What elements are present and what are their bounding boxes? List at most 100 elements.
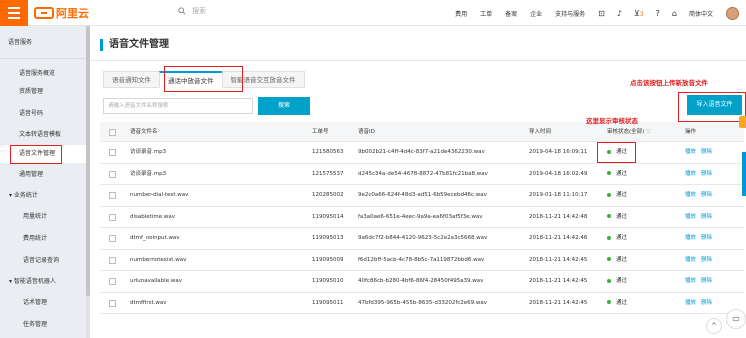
sidebar-item-general[interactable]: 通用管理	[0, 166, 86, 184]
row-checkbox[interactable]	[109, 256, 116, 264]
global-search[interactable]: 搜索	[178, 6, 206, 16]
delete-link[interactable]: 删除	[701, 257, 712, 263]
cell-status: 通过	[607, 207, 627, 228]
status-dot-icon	[607, 214, 611, 218]
table-row: disabletime.wav 119095014 fa3a0ae6-651e-4e…	[100, 207, 744, 228]
table-row: 访谈录音.mp3 121575537 d245c34a-de54-4678-8872…	[100, 164, 744, 185]
cell-import-time: 2018-11-21 14:42:46	[529, 235, 588, 241]
play-link[interactable]: 播放	[685, 171, 696, 177]
delete-link[interactable]: 删除	[701, 300, 712, 306]
play-link[interactable]: 播放	[685, 214, 696, 220]
cell-voice-id: 40fc86cb-b280-4bf6-86f4-28450f495a39.wav	[358, 278, 484, 284]
console-page: 阿里云 搜索 费用 工单 备案 企业 支持与服务 ⊡ ♪ ⊻3 ? ⌂ 简体中文…	[0, 0, 746, 338]
cell-file-name: 访谈录音.mp3	[130, 170, 167, 177]
bell-icon[interactable]: ♪	[617, 9, 622, 18]
status-label: 通过	[616, 235, 628, 241]
nav-enterprise[interactable]: 企业	[530, 9, 542, 18]
sidebar-item-qualification[interactable]: 资质管理	[0, 83, 86, 101]
sidebar-item-scripts[interactable]: 话术管理	[0, 294, 86, 312]
delete-link[interactable]: 删除	[701, 214, 712, 220]
search-button[interactable]: 搜索	[258, 97, 310, 115]
row-checkbox[interactable]	[109, 149, 116, 156]
play-link[interactable]: 播放	[685, 235, 696, 241]
cell-ticket-id: 119095014	[312, 213, 344, 220]
divider	[90, 60, 746, 61]
status-label: 通过	[616, 192, 628, 198]
nav-tickets[interactable]: 工单	[480, 9, 492, 18]
sidebar-item-records[interactable]: 语音记录查询	[0, 252, 86, 270]
home-icon[interactable]: ⌂	[672, 9, 677, 18]
chat-icon[interactable]: ▭	[726, 309, 746, 329]
row-checkbox[interactable]	[109, 213, 116, 221]
cell-import-time: 2019-01-18 11:10:17	[529, 192, 588, 198]
cell-file-name: dtmf_noinput.wav	[130, 235, 180, 241]
play-link[interactable]: 播放	[685, 149, 696, 155]
nav-billing[interactable]: 费用	[455, 9, 467, 18]
play-link[interactable]: 播放	[685, 192, 696, 198]
sidebar-item-tasks[interactable]: 任务管理	[0, 316, 86, 334]
delete-link[interactable]: 删除	[701, 171, 712, 177]
row-checkbox[interactable]	[109, 299, 116, 307]
col-header-id: 工单号	[312, 129, 329, 135]
cell-file-name: disabletime.wav	[130, 213, 175, 220]
sidebar: 语音服务 语音服务概览 资质管理 语音号码 文本转语音模板 语音文件管理 通用管…	[0, 26, 86, 338]
sidebar-item-numbers[interactable]: 语音号码	[0, 105, 86, 123]
row-checkbox[interactable]	[109, 235, 116, 242]
file-search-input[interactable]: 请输入语音文件名称搜索	[103, 98, 253, 114]
table-row: dtmffirst.wav 119095011 47bfd395-965b-455b…	[100, 293, 744, 314]
search-icon	[178, 7, 186, 15]
row-checkbox[interactable]	[109, 170, 116, 178]
cell-ops: 播放 删除	[685, 142, 717, 163]
sidebar-item-cost[interactable]: 费用统计	[0, 230, 86, 248]
delete-link[interactable]: 删除	[701, 192, 712, 198]
sidebar-item-overview[interactable]: 语音服务概览	[0, 65, 86, 83]
highlight-tab	[164, 66, 243, 92]
side-float-bar[interactable]	[742, 152, 746, 196]
status-label: 通过	[616, 256, 628, 263]
status-label: 通过	[616, 299, 628, 306]
status-dot-icon	[607, 257, 611, 261]
cell-status: 通过	[607, 164, 627, 185]
avatar[interactable]	[726, 6, 739, 20]
aliyun-logo[interactable]: 阿里云	[34, 5, 89, 21]
logo-mark-icon	[34, 7, 54, 19]
help-icon[interactable]: ?	[656, 9, 660, 18]
cell-status: 通过	[607, 250, 627, 271]
highlight-sidebar-item	[10, 145, 62, 164]
sidebar-group-business[interactable]: ▾ 业务统计	[0, 187, 86, 205]
cell-import-time: 2018-11-21 14:42:48	[529, 213, 588, 220]
play-link[interactable]: 播放	[685, 300, 696, 306]
tab-notification-files[interactable]: 语音通知文件	[103, 71, 160, 88]
nav-support[interactable]: 支持与服务	[555, 9, 585, 18]
row-checkbox[interactable]	[109, 278, 116, 285]
cell-ops: 播放 删除	[685, 207, 717, 228]
language-switch[interactable]: 简体中文	[689, 9, 713, 18]
cell-ops: 播放 删除	[685, 271, 717, 292]
cell-voice-id: 9e2c0a66-624f-48d3-ad51-6b59ecebd46c.wav	[358, 192, 487, 198]
delete-link[interactable]: 删除	[701, 235, 712, 241]
row-checkbox[interactable]	[109, 192, 116, 199]
top-nav: 费用 工单 备案 企业 支持与服务 ⊡ ♪ ⊻3 ? ⌂ 简体中文	[455, 0, 746, 26]
cell-ops: 播放 删除	[685, 228, 717, 249]
play-link[interactable]: 播放	[685, 257, 696, 263]
play-link[interactable]: 播放	[685, 278, 696, 284]
cell-import-time: 2019-04-18 16:02:49	[529, 170, 588, 177]
cart-count: 3	[639, 10, 644, 18]
sidebar-group-robot[interactable]: ▾ 智能语音机器人	[0, 273, 86, 291]
sidebar-item-tts-template[interactable]: 文本转语音模板	[0, 126, 86, 144]
hamburger-menu-icon[interactable]	[0, 0, 28, 26]
table-row: number-dial-test.wav 120285002 9e2c0a66-62…	[100, 185, 744, 207]
page-title: 语音文件管理	[100, 39, 169, 51]
delete-link[interactable]: 删除	[701, 149, 712, 155]
terminal-icon[interactable]: ⊡	[598, 9, 605, 18]
delete-link[interactable]: 删除	[701, 278, 712, 284]
select-all-checkbox[interactable]	[109, 129, 116, 136]
cart-icon[interactable]: ⊻3	[634, 9, 644, 18]
sidebar-item-usage[interactable]: 用量统计	[0, 208, 86, 226]
feedback-tag[interactable]	[739, 116, 746, 128]
cell-voice-id: 9b002b21-c4ff-4d4c-83f7-a21de4362230.wav	[358, 149, 485, 155]
nav-icp[interactable]: 备案	[505, 9, 517, 18]
col-header-status[interactable]: 审核状态(全部) ▽	[607, 122, 651, 142]
filter-icon[interactable]: ▽	[646, 129, 650, 135]
back-to-top-icon[interactable]: ^	[706, 318, 722, 334]
